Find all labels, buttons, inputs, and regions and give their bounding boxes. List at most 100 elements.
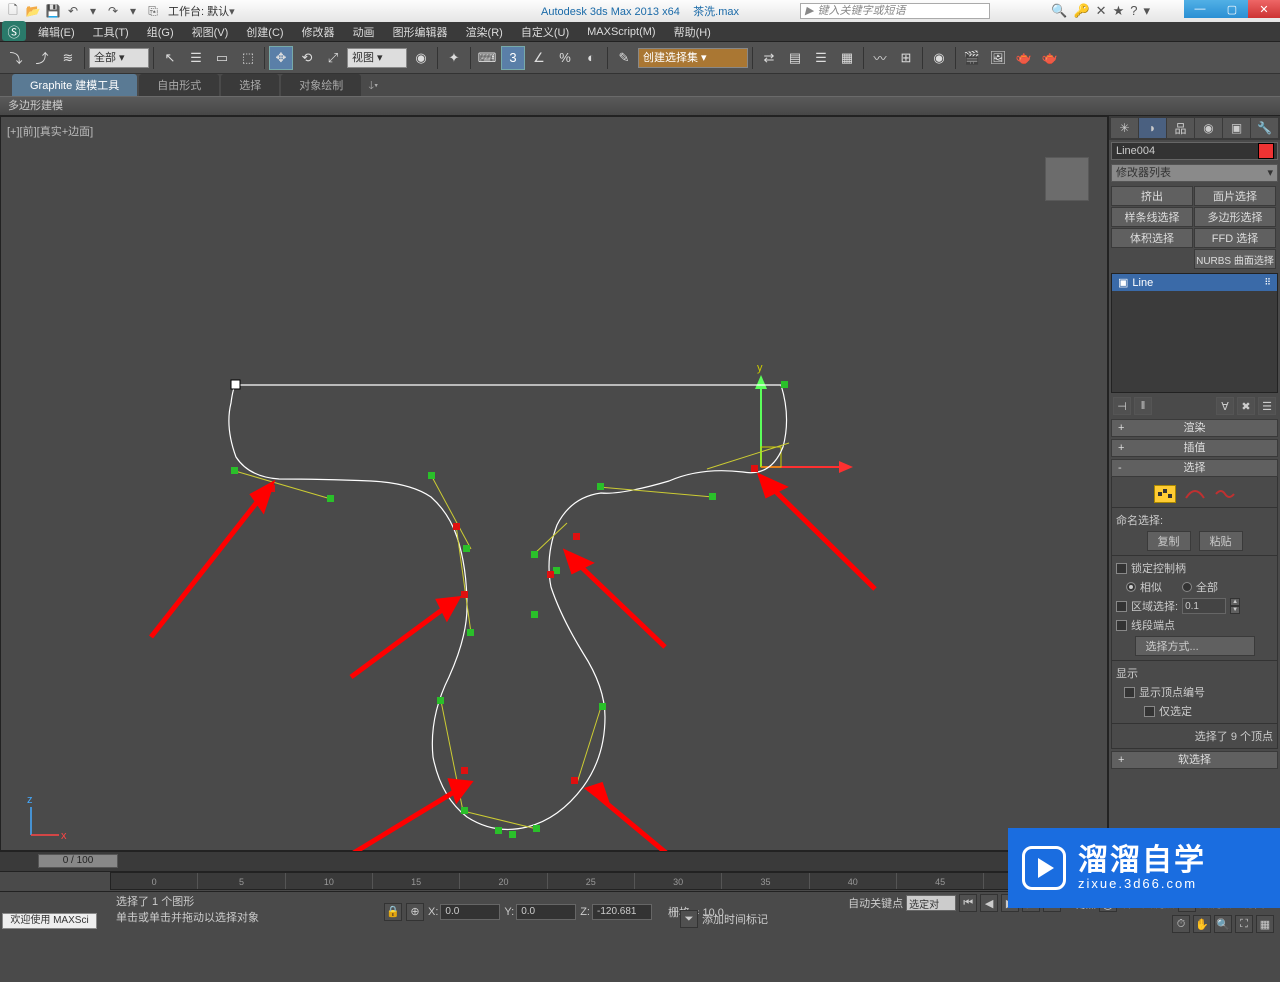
edit-named-sel-icon[interactable]: ✎ xyxy=(612,46,636,70)
redo-icon[interactable]: ↷ xyxy=(104,2,122,20)
menu-group[interactable]: 组(G) xyxy=(139,22,182,42)
signin-icon[interactable]: 🔑 xyxy=(1073,3,1089,19)
mod-nurbs-select-button[interactable]: NURBS 曲面选择 xyxy=(1194,249,1276,269)
show-vert-num-checkbox[interactable] xyxy=(1124,687,1135,698)
menu-create[interactable]: 创建(C) xyxy=(238,22,291,42)
menu-help[interactable]: 帮助(H) xyxy=(666,22,719,42)
hierarchy-tab-icon[interactable]: 品 xyxy=(1167,118,1194,138)
menu-edit[interactable]: 编辑(E) xyxy=(30,22,83,42)
remove-mod-icon[interactable]: ✖ xyxy=(1237,397,1255,415)
rollout-render-header[interactable]: +渲染 xyxy=(1111,419,1278,437)
ribbon-panel-label[interactable]: 多边形建模 xyxy=(0,96,1280,116)
y-coord-field[interactable] xyxy=(516,904,576,920)
tangent-handles[interactable] xyxy=(235,443,789,829)
menu-customize[interactable]: 自定义(U) xyxy=(513,22,577,42)
sub-vertex-icon[interactable] xyxy=(1154,485,1176,503)
time-slider-handle[interactable]: 0 / 100 xyxy=(38,854,118,868)
autokey-button[interactable]: 自动关键点 xyxy=(848,895,903,911)
area-select-checkbox[interactable] xyxy=(1116,601,1127,612)
key-filters-dropdown[interactable]: 选定对 xyxy=(906,895,956,911)
display-tab-icon[interactable]: ▣ xyxy=(1223,118,1250,138)
spline-curve[interactable] xyxy=(229,385,787,829)
select-rotate-icon[interactable]: ⟲ xyxy=(295,46,319,70)
angle-snap-icon[interactable]: ∠ xyxy=(527,46,551,70)
menu-graph-editors[interactable]: 图形编辑器 xyxy=(385,22,456,42)
rollout-selection-header[interactable]: -选择 xyxy=(1111,459,1278,477)
object-name-field[interactable]: Line004 xyxy=(1111,142,1278,160)
undo-icon[interactable]: ↶ xyxy=(64,2,82,20)
tab-freeform[interactable]: 自由形式 xyxy=(139,74,219,96)
menu-modifiers[interactable]: 修改器 xyxy=(294,22,343,42)
abs-rel-icon[interactable]: ⊕ xyxy=(406,903,424,921)
stack-item-line[interactable]: ▣ Line ⠿ xyxy=(1112,274,1277,291)
control-vertices[interactable] xyxy=(231,381,788,834)
motion-tab-icon[interactable]: ◉ xyxy=(1195,118,1222,138)
mod-spline-select-button[interactable]: 样条线选择 xyxy=(1111,207,1193,227)
time-tag-icon[interactable]: ⏷ xyxy=(680,910,698,928)
zoom-extents-icon[interactable]: ⛶ xyxy=(1235,915,1253,933)
sub-spline-icon[interactable] xyxy=(1214,485,1236,503)
workspace-label[interactable]: 工作台: 默认 xyxy=(168,3,229,19)
tab-selection[interactable]: 选择 xyxy=(221,74,279,96)
track-bar-ruler[interactable]: 0 5 10 15 20 25 30 35 40 45 50 55 xyxy=(110,872,1160,890)
select-by-button[interactable]: 选择方式... xyxy=(1135,636,1255,656)
bind-spacewarp-icon[interactable]: ≋ xyxy=(56,46,80,70)
copy-button[interactable]: 复制 xyxy=(1147,531,1191,551)
mirror-icon[interactable]: ⇄ xyxy=(757,46,781,70)
menu-animation[interactable]: 动画 xyxy=(345,22,383,42)
expand-icon[interactable]: ▣ xyxy=(1118,276,1128,289)
binoculars-icon[interactable]: 🔍 xyxy=(1051,3,1067,19)
schematic-view-icon[interactable]: ⊞ xyxy=(894,46,918,70)
select-object-icon[interactable]: ↖ xyxy=(158,46,182,70)
link-icon[interactable]: ⎘ xyxy=(144,2,162,20)
tab-graphite[interactable]: Graphite 建模工具 xyxy=(12,74,137,96)
mod-vol-select-button[interactable]: 体积选择 xyxy=(1111,228,1193,248)
modifier-list-dropdown[interactable]: 修改器列表▾ xyxy=(1111,164,1278,182)
spinner-snap-icon[interactable]: ◐ xyxy=(579,46,603,70)
help-icon[interactable]: ? xyxy=(1130,3,1137,19)
only-selected-checkbox[interactable] xyxy=(1144,706,1155,717)
goto-start-icon[interactable]: ⏮ xyxy=(959,894,977,912)
menu-rendering[interactable]: 渲染(R) xyxy=(458,22,511,42)
modify-tab-icon[interactable]: ◗ xyxy=(1139,118,1166,138)
unlink-icon[interactable]: ⤴ xyxy=(30,46,54,70)
z-coord-field[interactable] xyxy=(592,904,652,920)
render-frame-icon[interactable]: 🖼 xyxy=(986,46,1010,70)
select-link-icon[interactable]: ⤵ xyxy=(4,46,28,70)
align-icon[interactable]: ▤ xyxy=(783,46,807,70)
percent-snap-icon[interactable]: % xyxy=(553,46,577,70)
viewport[interactable]: [+][前][真实+边面] y xyxy=(0,116,1108,851)
new-icon[interactable]: 🗋 xyxy=(4,2,22,20)
select-by-name-icon[interactable]: ☰ xyxy=(184,46,208,70)
pin-stack-icon[interactable]: ⊣ xyxy=(1113,397,1131,415)
zoom-icon[interactable]: 🔍 xyxy=(1214,915,1232,933)
close-button[interactable]: ✕ xyxy=(1248,0,1280,18)
window-crossing-icon[interactable]: ⬚ xyxy=(236,46,260,70)
object-color-swatch[interactable] xyxy=(1258,143,1274,159)
select-scale-icon[interactable]: ⤢ xyxy=(321,46,345,70)
named-selection-dropdown[interactable]: 创建选择集 ▾ xyxy=(638,48,748,68)
ribbon-toggle-icon[interactable]: ▦ xyxy=(835,46,859,70)
maximize-button[interactable]: ▢ xyxy=(1216,0,1248,18)
dropdown-icon[interactable]: ▾ xyxy=(84,2,102,20)
minimize-button[interactable]: — xyxy=(1184,0,1216,18)
chevron-down-icon[interactable]: ▾ xyxy=(1143,3,1150,19)
spinner-arrows[interactable]: ▲▼ xyxy=(1230,598,1240,614)
utilities-tab-icon[interactable]: 🔧 xyxy=(1251,118,1278,138)
sub-segment-icon[interactable] xyxy=(1184,485,1206,503)
menu-maxscript[interactable]: MAXScript(M) xyxy=(579,24,663,40)
modifier-stack[interactable]: ▣ Line ⠿ xyxy=(1111,273,1278,393)
time-config-icon[interactable]: ⏱ xyxy=(1172,915,1190,933)
area-select-spinner[interactable] xyxy=(1182,598,1226,614)
configure-sets-icon[interactable]: ☰ xyxy=(1258,397,1276,415)
rollout-area[interactable]: +渲染 +插值 -选择 命名选择: 复制 粘贴 xyxy=(1109,417,1280,851)
maxscript-listener-button[interactable]: 欢迎使用 MAXSci xyxy=(2,913,97,929)
exchange-icon[interactable]: ✕ xyxy=(1096,3,1107,19)
stack-subobj-icon[interactable]: ⠿ xyxy=(1264,277,1271,288)
create-tab-icon[interactable]: ✳ xyxy=(1111,118,1138,138)
rollout-soft-select-header[interactable]: +软选择 xyxy=(1111,751,1278,769)
save-icon[interactable]: 💾 xyxy=(44,2,62,20)
prev-frame-icon[interactable]: ◀ xyxy=(980,894,998,912)
select-manipulate-icon[interactable]: ✦ xyxy=(442,46,466,70)
show-end-result-icon[interactable]: ‖ xyxy=(1134,397,1152,415)
